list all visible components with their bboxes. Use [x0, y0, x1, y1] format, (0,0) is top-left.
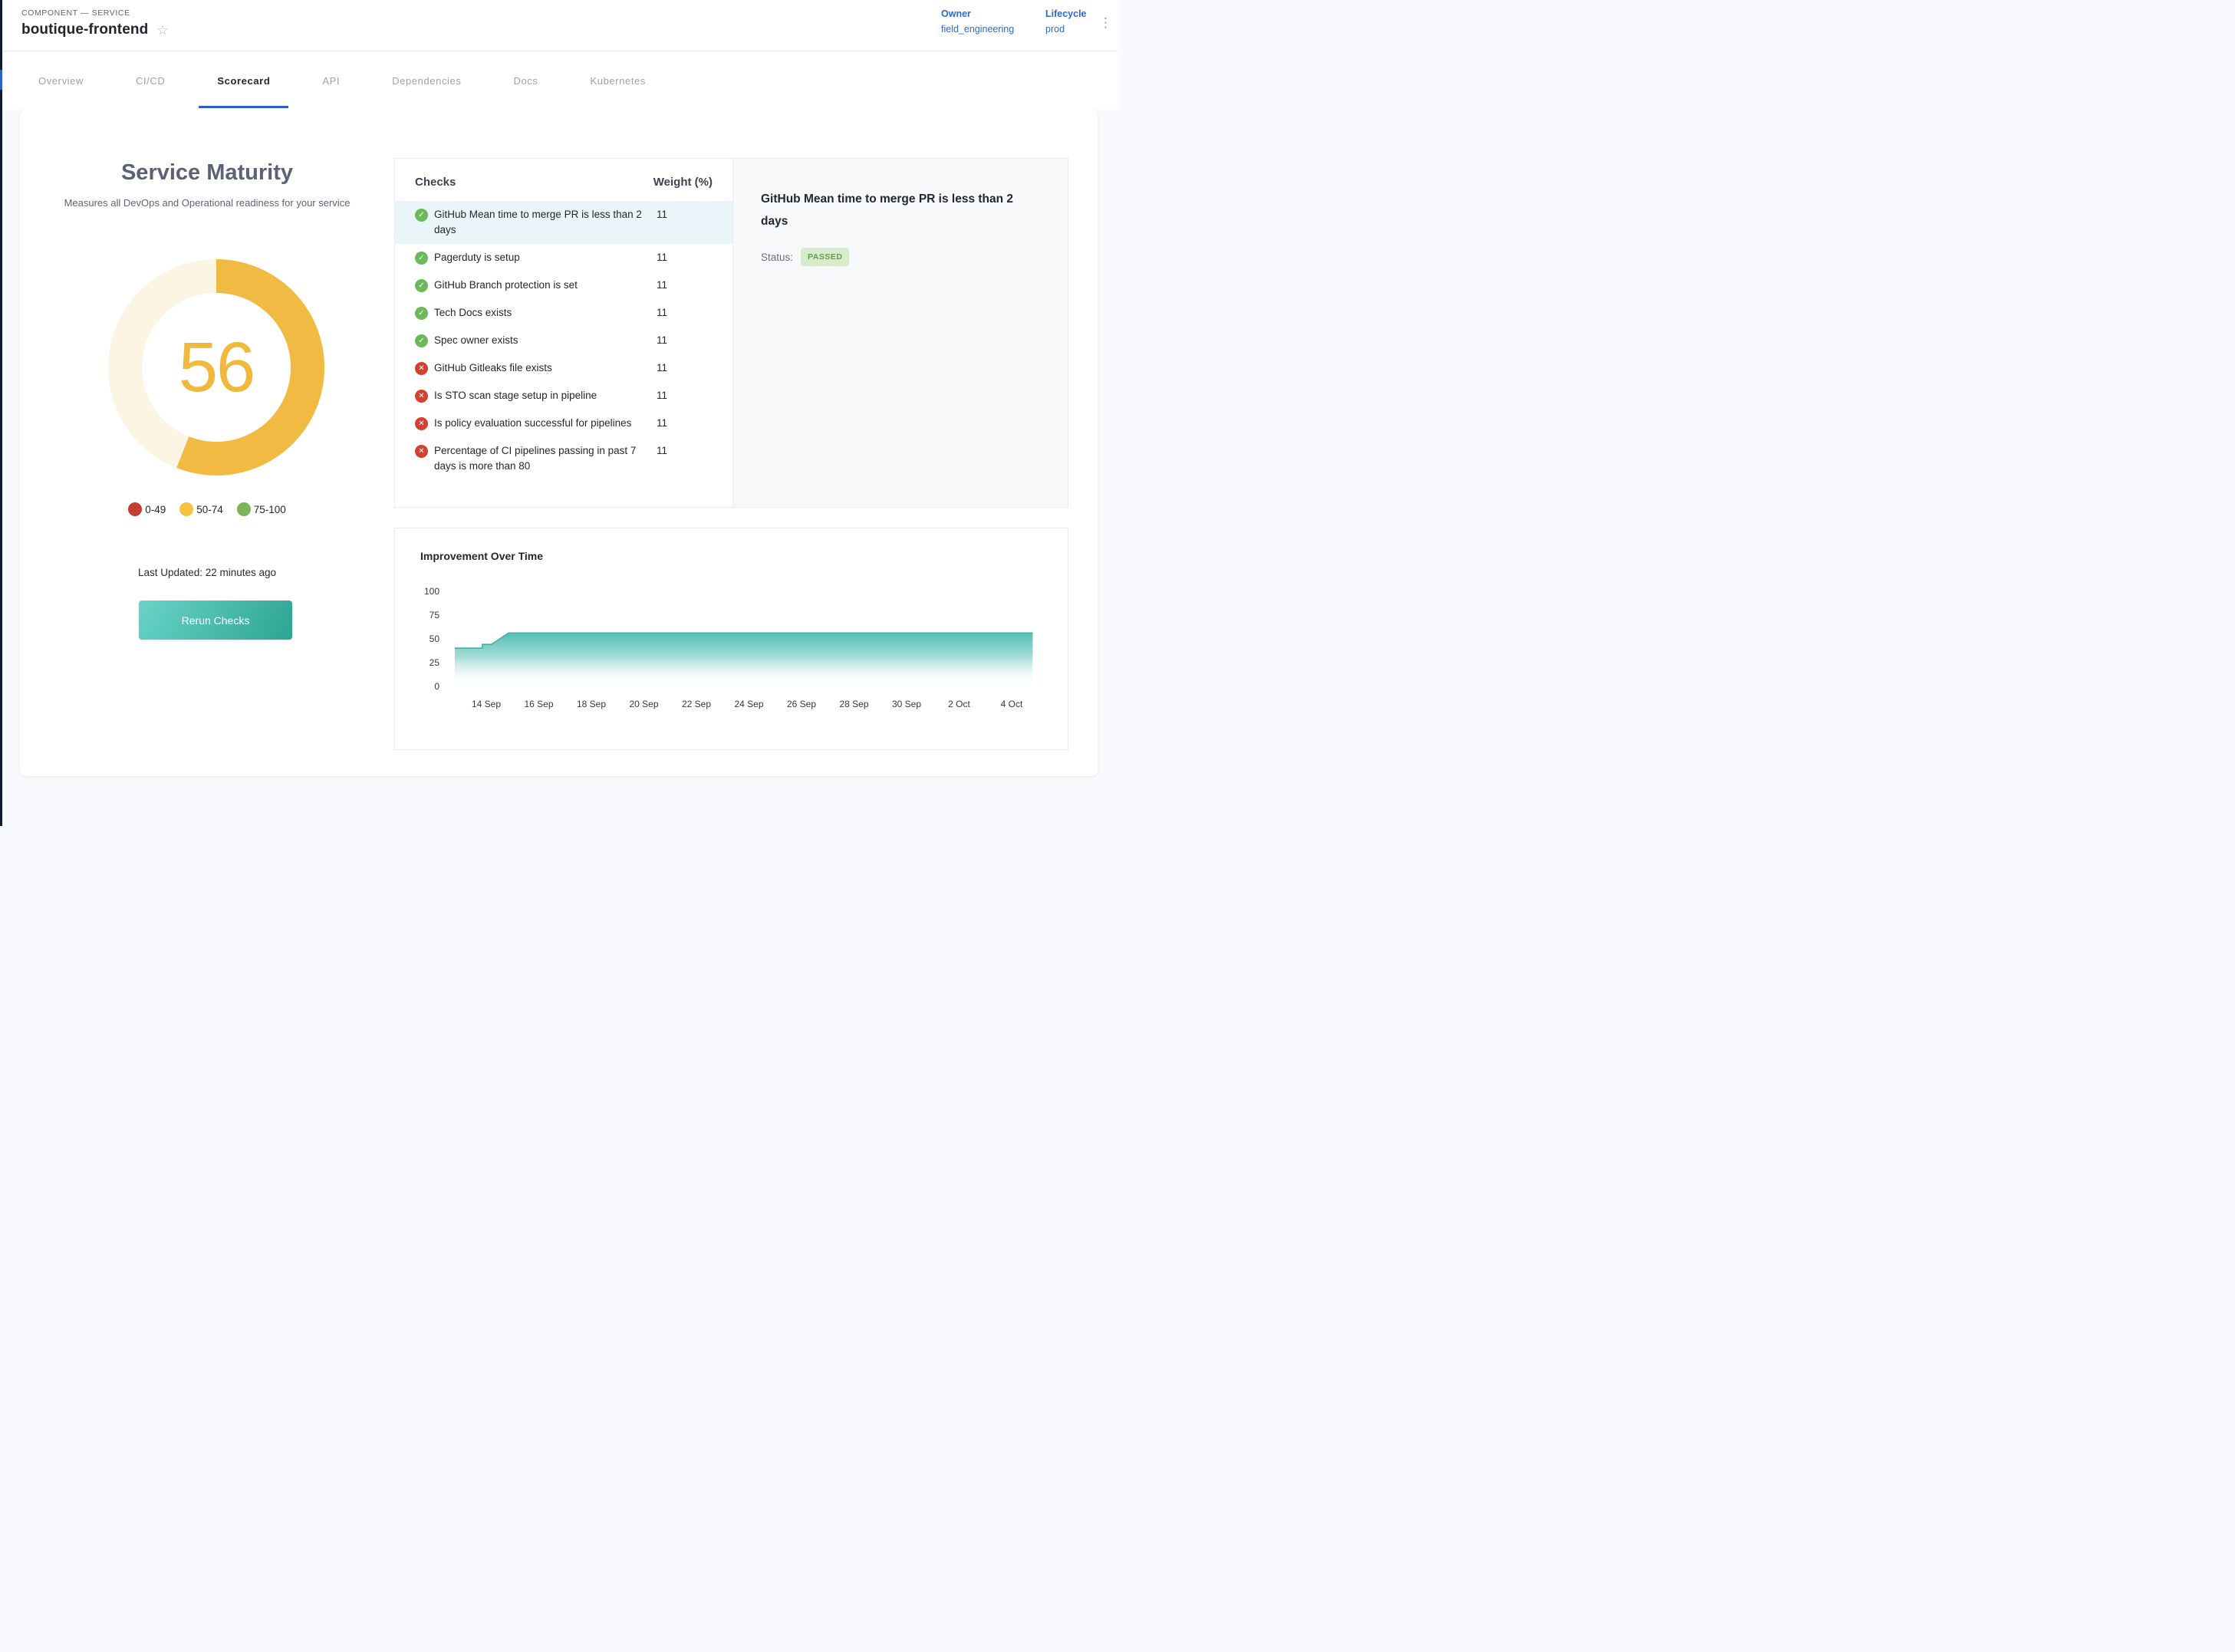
check-weight: 11	[657, 416, 687, 431]
legend-dot	[128, 502, 142, 516]
entity-header: COMPONENT — SERVICE boutique-frontend ☆ …	[2, 0, 1118, 51]
tab-bar: Overview CI/CD Scorecard API Dependencies Doc…	[2, 52, 1118, 110]
improvement-area-chart	[395, 528, 1069, 751]
score-donut-hole: 56	[142, 293, 291, 442]
owner-label: Owner	[941, 8, 1014, 19]
lifecycle-block: Lifecycle prod	[1045, 8, 1087, 35]
check-passed-icon: ✓	[415, 334, 428, 347]
check-failed-icon: ✕	[415, 445, 428, 458]
tab-docs[interactable]: Docs	[513, 75, 538, 87]
check-label: Spec owner exists	[434, 333, 649, 348]
check-row[interactable]: ✓ Spec owner exists 11	[395, 327, 732, 354]
check-label: GitHub Gitleaks file exists	[434, 360, 649, 376]
scorecard-page: COMPONENT — SERVICE boutique-frontend ☆ …	[0, 0, 1118, 826]
check-weight: 11	[657, 333, 687, 348]
check-label: Is STO scan stage setup in pipeline	[434, 388, 649, 403]
score-donut-chart: 56	[108, 259, 324, 476]
scorecard-title: Service Maturity	[20, 160, 394, 186]
check-failed-icon: ✕	[415, 390, 428, 403]
tab-api[interactable]: API	[322, 75, 340, 87]
status-label: Status:	[761, 252, 793, 263]
check-row[interactable]: ✓ GitHub Branch protection is set 11	[395, 271, 732, 299]
page-title: boutique-frontend	[21, 21, 148, 38]
checks-table-header: Checks Weight (%)	[395, 159, 732, 201]
check-passed-icon: ✓	[415, 252, 428, 265]
left-nav-active-indicator	[0, 70, 2, 90]
lifecycle-value: prod	[1045, 24, 1087, 35]
check-row[interactable]: ✕ GitHub Gitleaks file exists 11	[395, 354, 732, 382]
legend-item-50-74: 50-74	[179, 502, 223, 516]
favorite-star-icon[interactable]: ☆	[156, 24, 168, 37]
check-detail-title: GitHub Mean time to merge PR is less tha…	[761, 188, 1025, 232]
tab-kubernetes[interactable]: Kubernetes	[591, 75, 647, 87]
check-row[interactable]: ✓ GitHub Mean time to merge PR is less th…	[395, 201, 732, 244]
check-weight: 11	[657, 278, 687, 293]
breadcrumb: COMPONENT — SERVICE	[21, 8, 130, 18]
legend-label: 0-49	[145, 504, 166, 515]
check-weight: 11	[657, 360, 687, 376]
check-row[interactable]: ✕ Is STO scan stage setup in pipeline 11	[395, 382, 732, 410]
left-nav-rail	[0, 0, 2, 826]
more-options-icon[interactable]: ⋮	[1094, 14, 1117, 32]
legend-label: 75-100	[254, 504, 286, 515]
scorecard-card: Service Maturity Measures all DevOps and…	[20, 110, 1098, 776]
scorecard-subtitle: Measures all DevOps and Operational read…	[54, 194, 360, 212]
owner-link[interactable]: field_engineering	[941, 24, 1014, 35]
check-label: Pagerduty is setup	[434, 250, 649, 265]
score-value: 56	[179, 327, 254, 408]
tab-overview[interactable]: Overview	[38, 75, 84, 87]
weight-column-header: Weight (%)	[653, 176, 713, 189]
tab-ci-cd[interactable]: CI/CD	[136, 75, 165, 87]
check-row[interactable]: ✓ Tech Docs exists 11	[395, 299, 732, 327]
checks-column-header: Checks	[415, 176, 653, 189]
check-detail-panel: GitHub Mean time to merge PR is less tha…	[732, 159, 1068, 507]
area-fill	[455, 633, 1033, 686]
legend-item-0-49: 0-49	[128, 502, 166, 516]
check-weight: 11	[657, 207, 687, 222]
score-legend: 0-49 50-74 75-100	[20, 502, 394, 516]
check-row[interactable]: ✓ Pagerduty is setup 11	[395, 244, 732, 271]
checks-panel: Checks Weight (%) ✓ GitHub Mean time to m…	[394, 158, 1068, 508]
legend-dot	[237, 502, 251, 516]
checks-rows: ✓ GitHub Mean time to merge PR is less th…	[395, 201, 732, 480]
check-weight: 11	[657, 443, 687, 459]
check-passed-icon: ✓	[415, 307, 428, 320]
checks-list: Checks Weight (%) ✓ GitHub Mean time to m…	[395, 159, 732, 507]
lifecycle-label: Lifecycle	[1045, 8, 1087, 19]
check-passed-icon: ✓	[415, 279, 428, 292]
legend-label: 50-74	[196, 504, 223, 515]
check-label: GitHub Mean time to merge PR is less tha…	[434, 207, 649, 238]
check-row[interactable]: ✕ Percentage of CI pipelines passing in p…	[395, 437, 732, 480]
improvement-chart-panel: Improvement Over Time 1007550250 14 Sep1…	[394, 528, 1068, 750]
check-label: Tech Docs exists	[434, 305, 649, 321]
check-passed-icon: ✓	[415, 209, 428, 222]
rerun-checks-button[interactable]: Rerun Checks	[139, 601, 292, 640]
maturity-summary: Service Maturity Measures all DevOps and…	[20, 110, 394, 776]
check-label: Is policy evaluation successful for pipe…	[434, 416, 649, 431]
legend-dot	[179, 502, 193, 516]
check-row[interactable]: ✕ Is policy evaluation successful for pip…	[395, 410, 732, 437]
status-badge: PASSED	[801, 248, 849, 266]
check-failed-icon: ✕	[415, 417, 428, 430]
tab-dependencies[interactable]: Dependencies	[392, 75, 461, 87]
check-label: Percentage of CI pipelines passing in pa…	[434, 443, 649, 474]
owner-block: Owner field_engineering	[941, 8, 1014, 35]
check-weight: 11	[657, 305, 687, 321]
legend-item-75-100: 75-100	[237, 502, 286, 516]
check-weight: 11	[657, 250, 687, 265]
check-weight: 11	[657, 388, 687, 403]
check-failed-icon: ✕	[415, 362, 428, 375]
tab-scorecard[interactable]: Scorecard	[217, 75, 270, 87]
last-updated-text: Last Updated: 22 minutes ago	[20, 567, 394, 578]
check-label: GitHub Branch protection is set	[434, 278, 649, 293]
